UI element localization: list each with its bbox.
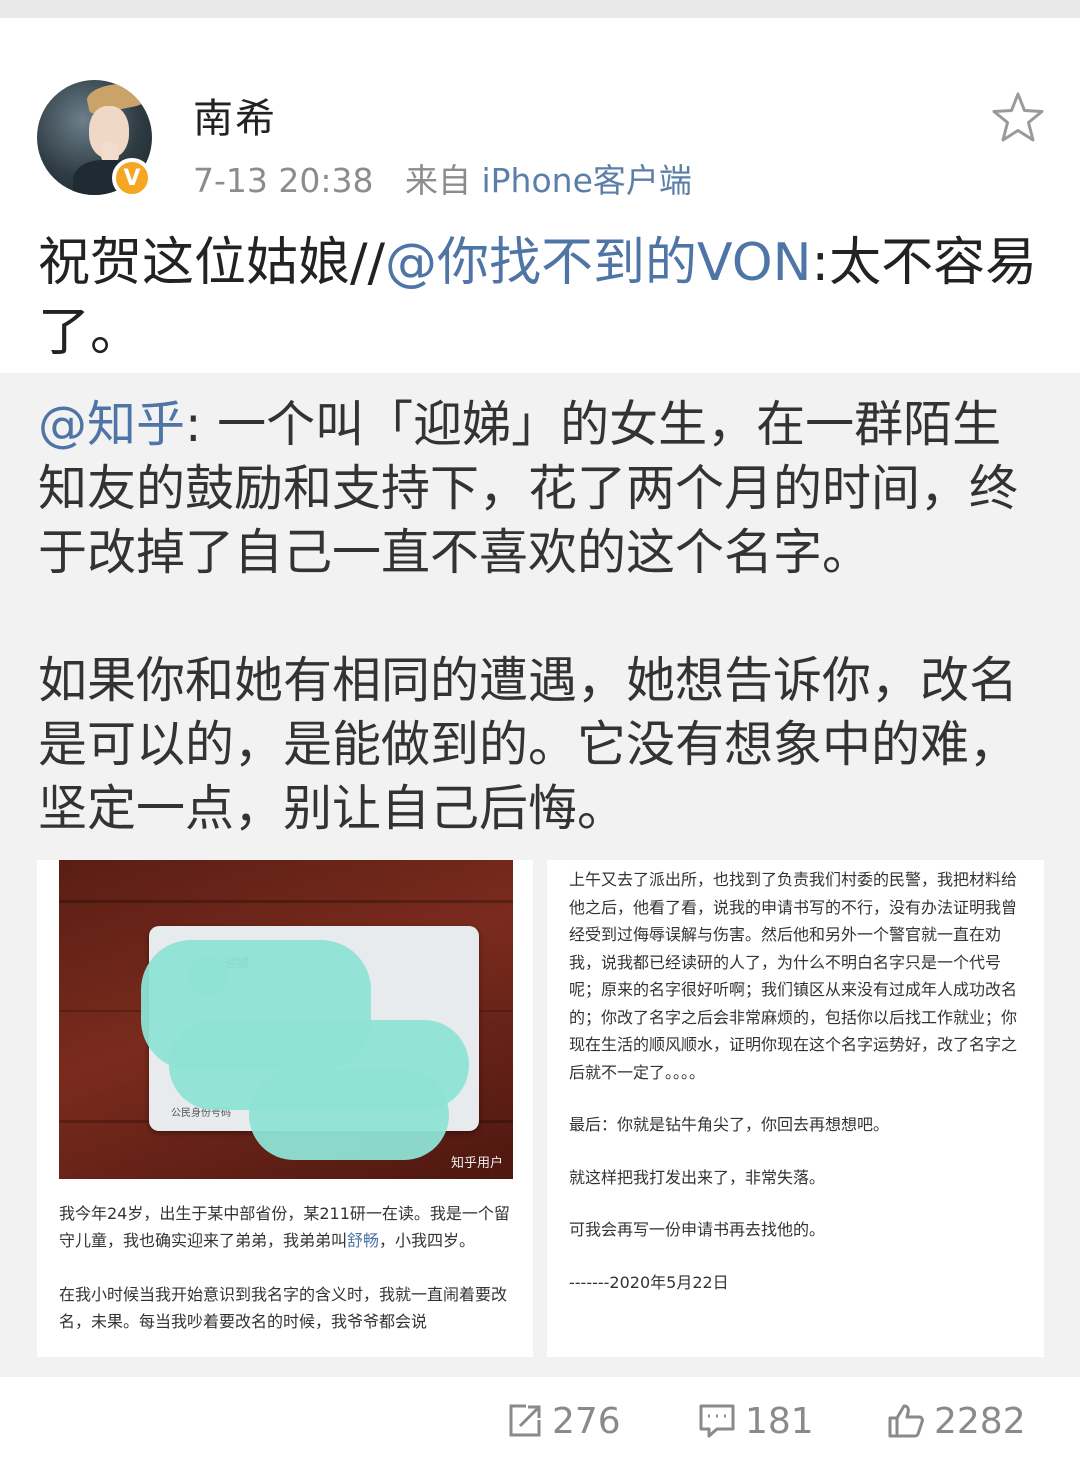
image-1-paragraph-2: 在我小时候当我开始意识到我名字的含义时，我就一直闹着要改名，未果。每当我吵着要改… bbox=[59, 1285, 508, 1331]
attached-image-2[interactable]: 上午又去了派出所，也找到了负责我们村委的民警，我把材料给他之后，他看了看，说我的… bbox=[547, 860, 1044, 1357]
repost-button[interactable]: 276 bbox=[506, 1386, 621, 1456]
image-1-text: 我今年24岁，出生于某中部省份，某211研一在读。我是一个留守儿童，我也确实迎来… bbox=[59, 1200, 515, 1357]
mention-link-von[interactable]: @你找不到的VON bbox=[385, 233, 812, 293]
repost-paragraph-2: 如果你和她有相同的遭遇，她想告诉你，改名是可以的，是能做到的。它没有想象中的难，… bbox=[38, 652, 1019, 837]
post-text: 祝贺这位姑娘//@你找不到的VON:太不容易了。 bbox=[38, 228, 1038, 368]
source-app-link[interactable]: iPhone客户端 bbox=[481, 161, 691, 200]
image-2-text: 上午又去了派出所，也找到了负责我们村委的民警，我把材料给他之后，他看了看，说我的… bbox=[569, 866, 1025, 1321]
privacy-blur bbox=[249, 1070, 449, 1160]
image-2-paragraph-1: 上午又去了派出所，也找到了负责我们村委的民警，我把材料给他之后，他看了看，说我的… bbox=[569, 870, 1018, 1082]
repost-line-1: : 一个叫「迎娣」的女生，在一群陌生知友的鼓励和支持下，花了两个月的时间，终于改… bbox=[38, 396, 1019, 581]
attached-image-1[interactable]: 迎娣 公民身份号码 知乎用户 我今年24岁，出生于某中部省份，某211研一在读。… bbox=[37, 860, 533, 1357]
post-meta: 7-13 20:38 来自 iPhone客户端 bbox=[193, 154, 692, 202]
image-1-text-b: ，小我四岁。 bbox=[379, 1231, 476, 1250]
comment-button[interactable]: 181 bbox=[697, 1386, 814, 1456]
post-text-before: 祝贺这位姑娘// bbox=[38, 233, 386, 293]
weibo-post-card: V 南希 7-13 20:38 来自 iPhone客户端 祝贺这位姑娘//@你找… bbox=[0, 18, 1080, 1477]
like-button[interactable]: 2282 bbox=[886, 1386, 1026, 1456]
repost-text: @知乎: 一个叫「迎娣」的女生，在一群陌生知友的鼓励和支持下，花了两个月的时间，… bbox=[38, 393, 1048, 841]
like-count: 2282 bbox=[934, 1400, 1026, 1442]
image-watermark: 知乎用户 bbox=[450, 1156, 503, 1171]
image-2-paragraph-2: 最后：你就是钻牛角尖了，你回去再想想吧。 bbox=[569, 1115, 890, 1134]
image-2-paragraph-3: 就这样把我打发出来了，非常失落。 bbox=[569, 1167, 826, 1187]
verified-badge-icon: V bbox=[112, 158, 152, 198]
username[interactable]: 南希 bbox=[193, 86, 277, 144]
action-bar: 276 181 2282 bbox=[0, 1386, 1080, 1456]
image-1-paragraph-1: 我今年24岁，出生于某中部省份，某211研一在读。我是一个留守儿童，我也确实迎来… bbox=[59, 1200, 515, 1254]
repost-count: 276 bbox=[552, 1400, 621, 1442]
repost-icon bbox=[509, 1404, 541, 1437]
source-prefix: 来自 bbox=[404, 161, 471, 200]
image-2-signature-date: -------2020年5月22日 bbox=[569, 1272, 729, 1292]
repost-paragraph-1: @知乎: 一个叫「迎娣」的女生，在一群陌生知友的鼓励和支持下，花了两个月的时间，… bbox=[38, 393, 1048, 585]
top-strip bbox=[0, 0, 1080, 18]
image-2-paragraph-4: 可我会再写一份申请书再去找他的。 bbox=[569, 1220, 826, 1239]
star-icon[interactable] bbox=[990, 90, 1046, 146]
mention-link-zhihu[interactable]: @知乎 bbox=[38, 396, 185, 453]
comment-count: 181 bbox=[745, 1400, 814, 1442]
privacy-blur bbox=[189, 955, 229, 995]
like-icon bbox=[888, 1404, 924, 1438]
highlighted-name: 舒畅 bbox=[347, 1231, 380, 1250]
comment-icon bbox=[699, 1404, 735, 1438]
post-time: 7-13 20:38 bbox=[193, 161, 374, 200]
reposted-content[interactable]: @知乎: 一个叫「迎娣」的女生，在一群陌生知友的鼓励和支持下，花了两个月的时间，… bbox=[0, 373, 1080, 1377]
id-card-photo: 迎娣 公民身份号码 知乎用户 bbox=[59, 860, 513, 1179]
wood-grain bbox=[59, 900, 513, 903]
